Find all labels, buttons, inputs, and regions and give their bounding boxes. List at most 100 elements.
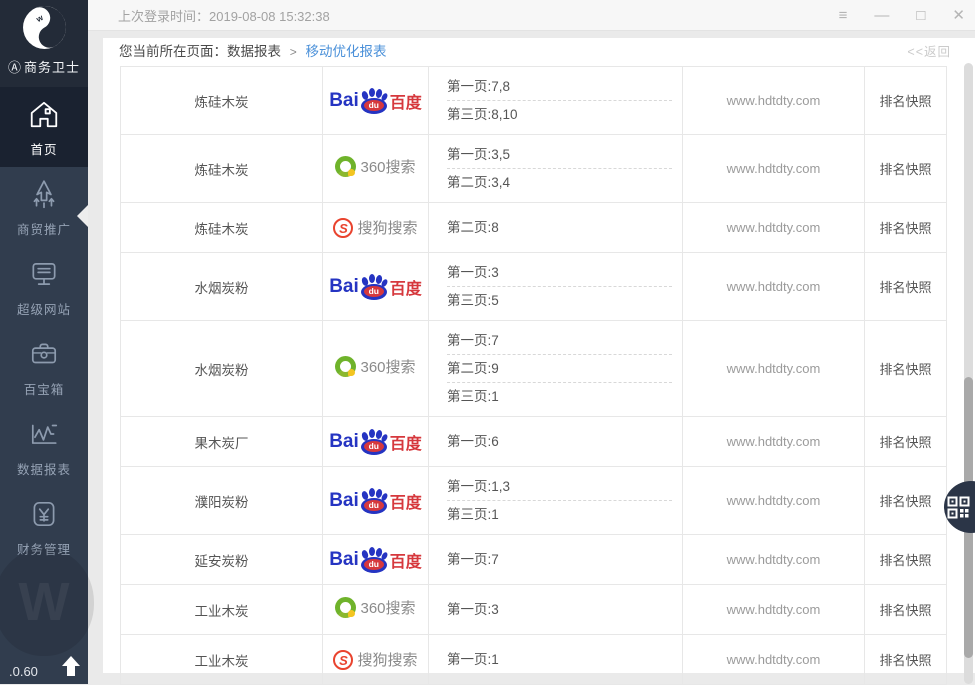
rankings-cell: 第一页:6 [429,417,683,467]
rankings-cell: 第一页:1,3第三页:1 [429,467,683,535]
snapshot-link[interactable]: 排名快照 [879,280,931,295]
snapshot-link[interactable]: 排名快照 [879,435,931,450]
ranking-line: 第一页:6 [447,428,672,455]
action-cell: 排名快照 [865,321,947,417]
snapshot-link[interactable]: 排名快照 [879,494,931,509]
ranking-line: 第三页:1 [447,383,672,410]
back-link[interactable]: <<返回 [907,38,951,66]
table-row: 水烟炭粉360搜索第一页:7第二页:9第三页:1www.hdtdty.com排名… [121,321,947,417]
ranking-line: 第一页:7 [447,327,672,355]
sogou-logo: S搜狗搜索 [333,217,417,238]
table-row: 炼硅木炭S搜狗搜索第二页:8www.hdtdty.com排名快照 [121,203,947,253]
keyword-cell: 炼硅木炭 [121,67,323,135]
table-row: 濮阳炭粉Baidu百度第一页:1,3第三页:1www.hdtdty.com排名快… [121,467,947,535]
website-cell: www.hdtdty.com [683,203,865,253]
action-cell: 排名快照 [865,203,947,253]
vertical-scrollbar-track[interactable] [964,63,973,684]
breadcrumb: <<返回 您当前所在页面：数据报表 > 移动优化报表 [103,38,975,66]
so360-logo: 360搜索 [335,597,415,618]
website-cell: www.hdtdty.com [683,585,865,635]
keyword-cell: 工业木炭 [121,585,323,635]
menu-icon[interactable]: ≡ [839,8,848,23]
action-cell: 排名快照 [865,67,947,135]
website-cell: www.hdtdty.com [683,67,865,135]
baidu-wordmark: Bai [329,431,359,453]
home-icon [28,98,60,130]
baidu-cn-wordmark: 百度 [390,430,422,454]
website-cell: www.hdtdty.com [683,535,865,585]
snapshot-link[interactable]: 排名快照 [879,603,931,618]
baidu-logo: Baidu百度 [329,274,422,300]
scroll-to-top-icon[interactable] [61,655,81,677]
snapshot-link[interactable]: 排名快照 [879,362,931,377]
engine-cell: Baidu百度 [323,67,429,135]
breadcrumb-current-link[interactable]: 移动优化报表 [306,44,387,59]
baidu-wordmark: Bai [329,490,359,512]
baidu-logo: Baidu百度 [329,88,422,114]
baidu-logo: Baidu百度 [329,547,422,573]
sidebar-item-home[interactable]: 首页 [0,87,88,167]
ranking-line: 第一页:7,8 [447,73,672,101]
so360-logo: 360搜索 [335,356,415,377]
table-row: 水烟炭粉Baidu百度第一页:3第三页:5www.hdtdty.com排名快照 [121,253,947,321]
finance-icon [28,498,60,530]
360-wordmark: 360搜索 [360,597,415,618]
action-cell: 排名快照 [865,467,947,535]
baidu-logo: Baidu百度 [329,429,422,455]
table-row: 工业木炭 360搜索 第一页:3 www.hdtdty.com 排名快照 [121,585,947,635]
action-cell: 排名快照 [865,535,947,585]
baidu-logo: Baidu百度 [329,488,422,514]
baidu-wordmark: Bai [329,549,359,571]
keyword-cell: 水烟炭粉 [121,321,323,417]
snapshot-link[interactable]: 排名快照 [879,94,931,109]
engine-cell: 360搜索 [323,321,429,417]
ranking-line: 第一页:1,3 [447,473,672,501]
snapshot-link[interactable]: 排名快照 [879,221,931,236]
ranking-line: 第二页:9 [447,355,672,383]
engine-cell: S搜狗搜索 [323,635,429,685]
baidu-cn-wordmark: 百度 [390,275,422,299]
sidebar-item-website[interactable]: 超级网站 [0,247,88,327]
keyword-cell: 水烟炭粉 [121,253,323,321]
ranking-line: 第二页:3,4 [447,169,672,196]
ranking-line: 第一页:3,5 [447,141,672,169]
ranking-line: 第一页:3 [447,596,672,623]
baidu-paw-icon: du [360,429,388,455]
sidebar-item-reports[interactable]: 数据报表 [0,407,88,487]
sogou-wordmark: 搜狗搜索 [357,649,417,670]
shield-watermark: W [0,548,94,656]
table-row: 炼硅木炭Baidu百度第一页:7,8第三页:8,10www.hdtdty.com… [121,67,947,135]
sogou-s-icon: S [333,218,353,238]
baidu-paw-icon: du [360,274,388,300]
rank-table-body: 炼硅木炭Baidu百度第一页:7,8第三页:8,10www.hdtdty.com… [121,67,947,685]
table-row: 果木炭厂Baidu百度第一页:6www.hdtdty.com排名快照 [121,417,947,467]
breadcrumb-prefix: 您当前所在页面：数据报表 [119,44,281,59]
so360-logo: 360搜索 [335,156,415,177]
maximize-icon[interactable]: □ [916,8,925,23]
topbar: 上次登录时间：2019-08-08 15:32:38 ≡ — □ ✕ [88,0,975,31]
baidu-cn-wordmark: 百度 [390,548,422,572]
brand-name: Ⓐ商务卫士 [0,57,88,76]
brand-badge-icon: Ⓐ [8,60,22,75]
sogou-wordmark: 搜狗搜索 [357,217,417,238]
app-logo-icon: w [22,5,67,50]
sidebar-header: w Ⓐ商务卫士 [0,0,88,87]
snapshot-link[interactable]: 排名快照 [879,553,931,568]
baidu-wordmark: Bai [329,90,359,112]
minimize-icon[interactable]: — [874,8,889,23]
ranking-table: 炼硅木炭Baidu百度第一页:7,8第三页:8,10www.hdtdty.com… [120,66,947,685]
website-icon [28,258,60,290]
snapshot-link[interactable]: 排名快照 [879,162,931,177]
ranking-line: 第一页:1 [447,646,672,673]
ranking-line: 第三页:1 [447,501,672,528]
keyword-cell: 工业木炭 [121,635,323,685]
snapshot-link[interactable]: 排名快照 [879,653,931,668]
action-cell: 排名快照 [865,417,947,467]
keyword-cell: 延安炭粉 [121,535,323,585]
baidu-cn-wordmark: 百度 [390,489,422,513]
baidu-cn-wordmark: 百度 [390,89,422,113]
sidebar-item-toolbox[interactable]: 百宝箱 [0,327,88,407]
close-icon[interactable]: ✕ [952,8,965,23]
engine-cell: Baidu百度 [323,535,429,585]
sidebar-item-promotion[interactable]: 商贸推广 [0,167,88,247]
